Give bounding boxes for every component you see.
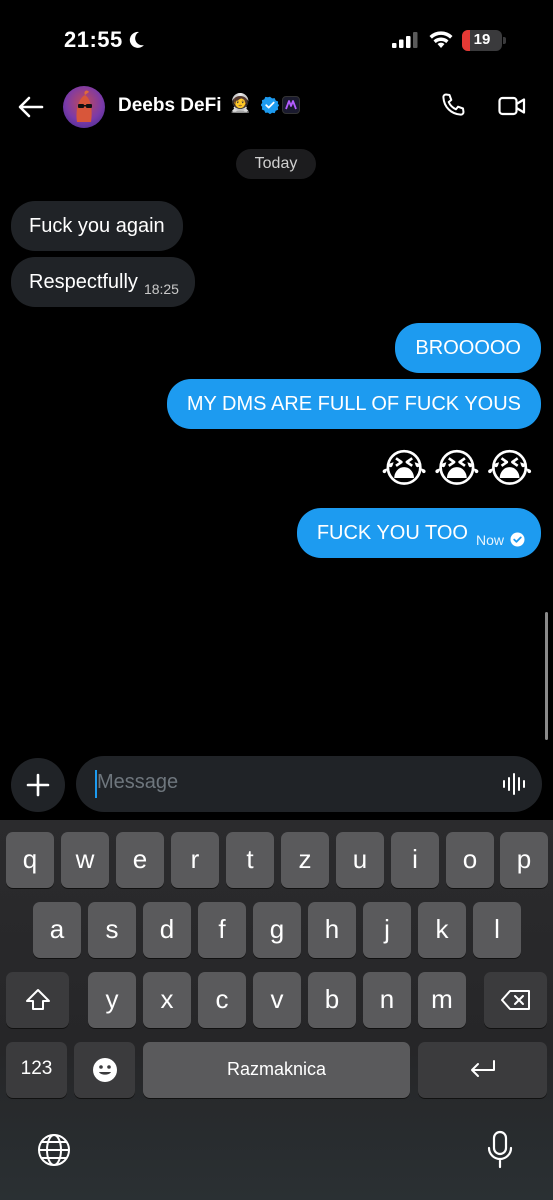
key-p[interactable]: p	[500, 832, 548, 888]
key-q[interactable]: q	[6, 832, 54, 888]
shift-key[interactable]	[6, 972, 69, 1028]
astronaut-emoji: 🧑‍🚀	[229, 93, 252, 113]
status-time: 21:55	[64, 27, 123, 52]
outgoing-message[interactable]: FUCK YOU TOO Now	[296, 508, 541, 558]
incoming-message[interactable]: Respectfully 18:25	[11, 257, 195, 307]
key-l[interactable]: l	[473, 902, 521, 958]
add-attachment-button[interactable]	[11, 758, 65, 812]
outgoing-message[interactable]: BROOOOO	[395, 323, 541, 373]
key-h[interactable]: h	[308, 902, 356, 958]
scrollbar[interactable]	[545, 612, 548, 740]
globe-icon[interactable]	[36, 1132, 72, 1168]
key-x[interactable]: x	[143, 972, 191, 1028]
message-timestamp: 18:25	[143, 281, 179, 297]
key-t[interactable]: t	[226, 832, 274, 888]
key-i[interactable]: i	[391, 832, 439, 888]
key-v[interactable]: v	[253, 972, 301, 1028]
key-u[interactable]: u	[336, 832, 384, 888]
return-key[interactable]	[418, 1042, 547, 1098]
return-icon	[470, 1060, 495, 1077]
plus-icon	[26, 773, 50, 797]
key-w[interactable]: w	[61, 832, 109, 888]
status-bar: 21:55 19	[0, 0, 553, 80]
key-n[interactable]: n	[363, 972, 411, 1028]
back-arrow-icon[interactable]	[16, 92, 46, 122]
backspace-key[interactable]	[484, 972, 547, 1028]
verified-badge-icon	[261, 96, 279, 114]
signal-icon	[392, 32, 418, 48]
voice-message-icon[interactable]	[502, 771, 528, 797]
emoji-icon	[92, 1058, 117, 1082]
emoji-message[interactable]: 😭😭😭	[381, 446, 539, 492]
key-g[interactable]: g	[253, 902, 301, 958]
avatar[interactable]	[63, 86, 105, 128]
key-f[interactable]: f	[198, 902, 246, 958]
key-e[interactable]: e	[116, 832, 164, 888]
message-text: Respectfully	[29, 271, 138, 293]
message-text: Fuck you again	[29, 215, 165, 237]
message-input[interactable]: Message	[76, 756, 542, 812]
microphone-icon[interactable]	[486, 1130, 514, 1170]
wifi-icon	[429, 31, 453, 48]
key-s[interactable]: s	[88, 902, 136, 958]
conversation-header: Deebs DeFi 🧑‍🚀	[0, 80, 553, 136]
battery-percent: 19	[473, 31, 491, 48]
key-k[interactable]: k	[418, 902, 466, 958]
message-text: FUCK YOU TOO	[316, 522, 468, 544]
affiliate-badge-icon	[282, 96, 300, 114]
avatar-image	[76, 90, 92, 122]
message-text: MY DMS ARE FULL OF FUCK YOUS	[186, 393, 521, 415]
key-r[interactable]: r	[171, 832, 219, 888]
backspace-icon	[500, 990, 530, 1010]
key-b[interactable]: b	[308, 972, 356, 1028]
key-o[interactable]: o	[446, 832, 494, 888]
message-text: BROOOOO	[415, 337, 521, 359]
space-key[interactable]: Razmaknica	[143, 1042, 410, 1098]
numbers-key[interactable]: 123	[6, 1042, 67, 1098]
outgoing-message[interactable]: MY DMS ARE FULL OF FUCK YOUS	[166, 379, 541, 429]
key-y[interactable]: y	[88, 972, 136, 1028]
incoming-message[interactable]: Fuck you again	[11, 201, 183, 251]
key-j[interactable]: j	[363, 902, 411, 958]
message-placeholder: Message	[97, 771, 179, 793]
key-d[interactable]: d	[143, 902, 191, 958]
shift-icon	[25, 989, 50, 1010]
contact-name[interactable]: Deebs DeFi	[118, 95, 221, 117]
moon-icon	[129, 31, 144, 48]
key-a[interactable]: a	[33, 902, 81, 958]
phone-call-icon[interactable]	[440, 92, 466, 118]
message-timestamp: Now	[475, 532, 504, 548]
key-c[interactable]: c	[198, 972, 246, 1028]
key-m[interactable]: m	[418, 972, 466, 1028]
battery-icon: 19	[462, 30, 502, 51]
key-z[interactable]: z	[281, 832, 329, 888]
video-call-icon[interactable]	[498, 94, 526, 118]
read-receipt-icon	[510, 532, 525, 547]
battery-tip	[503, 37, 506, 44]
emoji-key[interactable]	[74, 1042, 135, 1098]
date-separator: Today	[236, 149, 316, 179]
